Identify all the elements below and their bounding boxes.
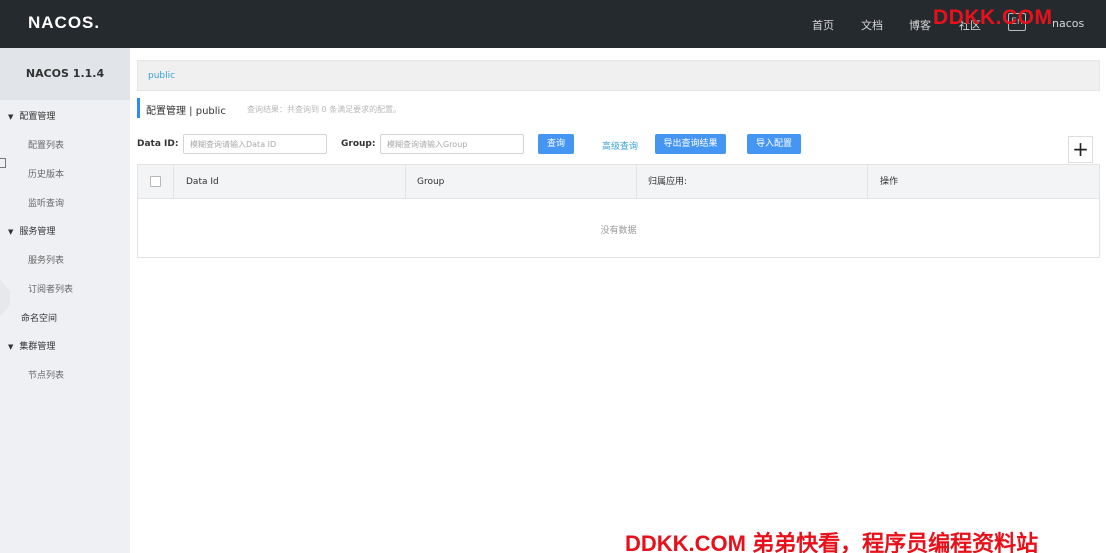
nav-docs-link[interactable]: 文档 (861, 17, 883, 33)
config-table: Data Id Group 归属应用: 操作 没有数据 (137, 164, 1100, 258)
sidebar-item-service-list[interactable]: 服务列表 (28, 253, 64, 266)
app-root: NACOS. 首页 文档 博客 社区 En nacos DDKK.COM NAC… (0, 0, 1106, 553)
caret-down-icon: ▼ (8, 228, 14, 236)
document-icon (0, 158, 6, 168)
top-navbar: NACOS. 首页 文档 博客 社区 En nacos DDKK.COM (0, 0, 1106, 48)
sidebar-item-history[interactable]: 历史版本 (28, 167, 64, 180)
group-search-input[interactable] (380, 134, 524, 154)
table-header: Data Id Group 归属应用: 操作 (138, 165, 1099, 199)
watermark-bottom: DDKK.COM 弟弟快看，程序员编程资料站 (625, 531, 1039, 553)
watermark-top: DDKK.COM (933, 6, 1053, 29)
user-menu[interactable]: nacos (1052, 17, 1084, 30)
column-divider (173, 165, 174, 199)
title-accent-bar (137, 98, 140, 118)
column-header-actions: 操作 (880, 177, 899, 187)
sidebar-item-subscriber-list[interactable]: 订阅者列表 (28, 282, 73, 295)
import-config-button[interactable]: 导入配置 (747, 134, 801, 154)
sidebar-item-namespace[interactable]: 命名空间 (21, 311, 57, 324)
query-result-text: 查询结果：共查询到 0 条满足要求的配置。 (247, 105, 402, 114)
column-header-dataid[interactable]: Data Id (186, 165, 219, 199)
sidebar-group-cluster[interactable]: ▼ 集群管理 (8, 339, 55, 352)
query-button[interactable]: 查询 (538, 134, 574, 154)
table-empty-text: 没有数据 (600, 226, 637, 236)
column-divider (867, 165, 868, 199)
add-config-button[interactable]: + (1068, 136, 1093, 163)
sidebar-collapse-handle[interactable] (0, 280, 10, 316)
sidebar-item-listener-query[interactable]: 监听查询 (28, 196, 64, 209)
namespace-breadcrumb: public (137, 60, 1100, 91)
caret-down-icon: ▼ (8, 113, 14, 121)
sidebar-item-node-list[interactable]: 节点列表 (28, 368, 64, 381)
sidebar-group-config[interactable]: ▼ 配置管理 (8, 109, 55, 122)
sidebar-version-title: NACOS 1.1.4 (0, 48, 130, 100)
dataid-label: Data ID: (137, 139, 179, 149)
export-results-button[interactable]: 导出查询结果 (655, 134, 726, 154)
group-label: Group: (341, 139, 376, 149)
dataid-search-input[interactable] (183, 134, 327, 154)
column-divider (405, 165, 406, 199)
page-title: 配置管理 | public (146, 106, 226, 117)
namespace-public-link[interactable]: public (148, 71, 175, 81)
advanced-query-link[interactable]: 高级查询 (602, 139, 638, 152)
column-header-group[interactable]: Group (417, 165, 444, 199)
sidebar-item-config-list[interactable]: 配置列表 (28, 138, 64, 151)
nav-blog-link[interactable]: 博客 (909, 17, 931, 33)
column-header-app[interactable]: 归属应用: (648, 165, 687, 199)
sidebar: NACOS 1.1.4 ▼ 配置管理 配置列表 历史版本 监听查询 ▼ 服务管理 服… (0, 48, 130, 553)
sidebar-group-service[interactable]: ▼ 服务管理 (8, 224, 55, 237)
caret-down-icon: ▼ (8, 343, 14, 351)
nacos-logo[interactable]: NACOS. (28, 13, 100, 33)
nav-home-link[interactable]: 首页 (812, 17, 834, 33)
column-divider (636, 165, 637, 199)
select-all-checkbox[interactable] (150, 176, 161, 187)
